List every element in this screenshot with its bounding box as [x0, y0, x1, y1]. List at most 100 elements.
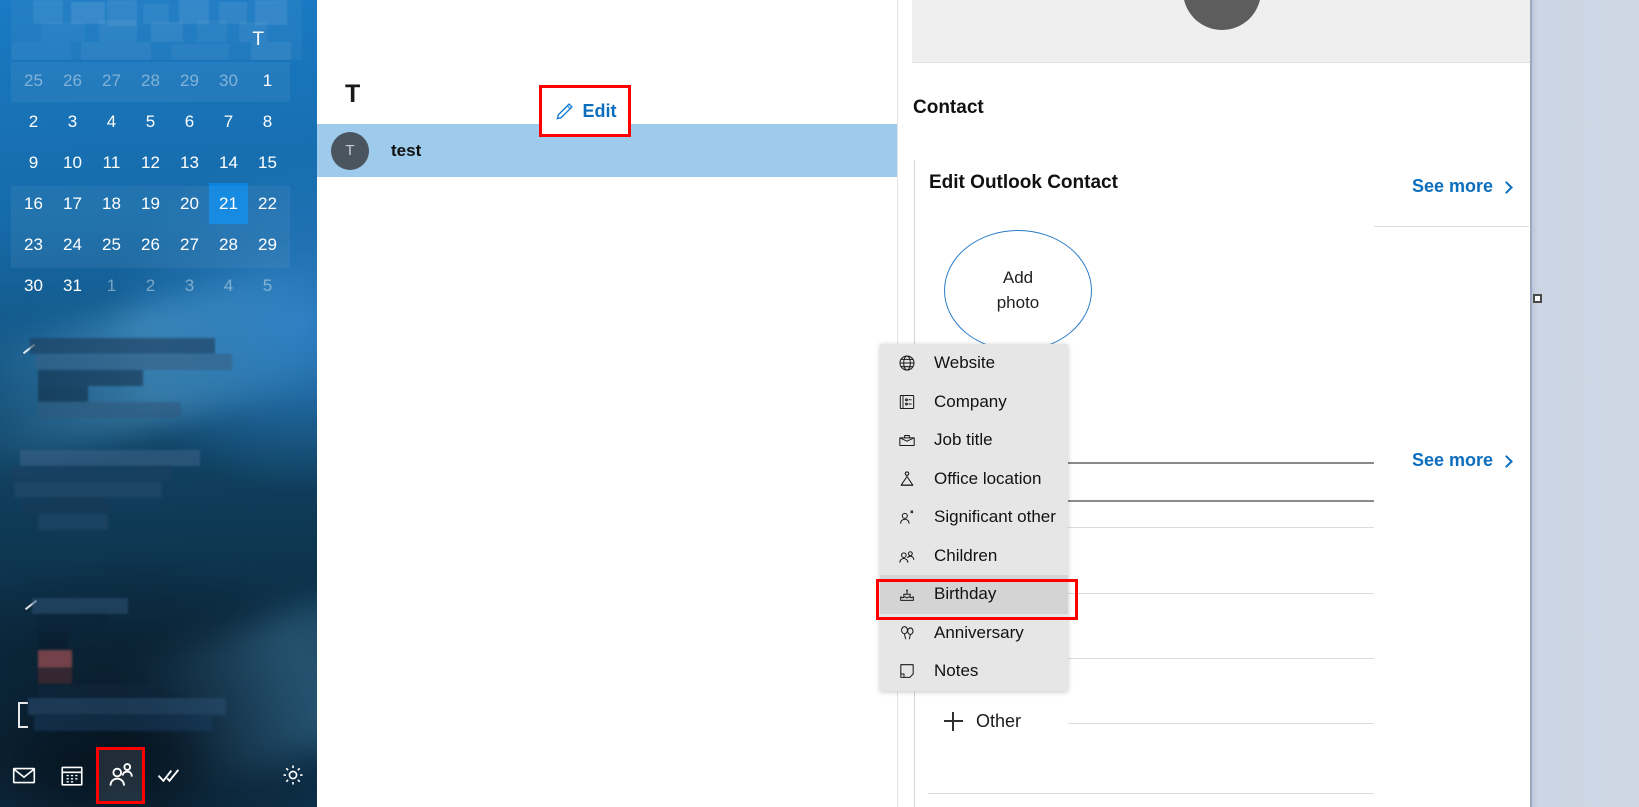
tasks-check-icon [157, 769, 179, 783]
calendar-day-cell[interactable]: 11 [92, 142, 131, 183]
calendar-day-cell[interactable]: 25 [92, 224, 131, 265]
calendar-day-cell[interactable]: 2 [131, 265, 170, 306]
contact-hero-avatar-initial: T [1214, 0, 1230, 7]
calendar-day-cell[interactable]: 29 [248, 224, 287, 265]
calendar-weekday-header-blurred: T [11, 0, 302, 60]
add-photo-button[interactable]: Add photo [944, 230, 1092, 351]
calendar-day-cell[interactable]: 16 [14, 183, 53, 224]
menu-item-significant-other[interactable]: Significant other [880, 498, 1068, 537]
field-divider [1068, 527, 1374, 528]
nav-mail-button[interactable] [0, 747, 48, 804]
menu-item-notes[interactable]: Notes [880, 652, 1068, 691]
contact-hero-avatar: T [1182, 0, 1261, 30]
field-divider [1068, 593, 1374, 594]
calendar-day-cell[interactable]: 6 [170, 101, 209, 142]
field-divider [1374, 226, 1529, 227]
calendar-day-cell[interactable]: 27 [170, 224, 209, 265]
avatar: T [331, 131, 369, 170]
menu-item-children[interactable]: Children [880, 537, 1068, 576]
edit-contact-button[interactable]: Edit [539, 85, 631, 137]
calendar-day-cell[interactable]: 4 [92, 101, 131, 142]
calendar-grid[interactable]: 25 26 27 28 29 30 1 2 3 4 5 6 7 8 9 10 11 12 13 14 15 16 17 18 1… [14, 60, 291, 306]
calendar-day-cell[interactable]: 12 [131, 142, 170, 183]
contact-hero-banner: T [912, 0, 1531, 62]
calendar-day-cell[interactable]: 14 [209, 142, 248, 183]
two-people-icon [897, 546, 917, 566]
see-more-link-1[interactable]: See more [1412, 176, 1513, 197]
calendar-day-cell[interactable]: 27 [92, 60, 131, 101]
calendar-day-cell[interactable]: 19 [131, 183, 170, 224]
nav-people-button[interactable] [96, 746, 145, 804]
note-icon [897, 661, 917, 681]
field-divider [1068, 658, 1374, 659]
window-right-edge [1530, 0, 1532, 807]
calendar-day-cell[interactable]: 2 [14, 101, 53, 142]
add-other-field-button[interactable]: Other [944, 711, 1021, 732]
calendar-day-cell[interactable]: 22 [248, 183, 287, 224]
menu-item-company[interactable]: Company [880, 383, 1068, 422]
office-pin-icon [897, 469, 917, 489]
menu-item-anniversary[interactable]: Anniversary [880, 614, 1068, 653]
calendar-day-cell[interactable]: 21 [209, 183, 248, 224]
month-calendar[interactable]: T 25 26 27 28 29 30 1 2 3 4 5 6 7 8 9 10 11 12 13 14 15 16 17 1… [0, 0, 305, 306]
nav-settings-button[interactable] [269, 747, 317, 804]
people-button-highlight [96, 746, 145, 804]
calendar-day-cell[interactable]: 5 [131, 101, 170, 142]
calendar-week-row: 25 26 27 28 29 30 1 [14, 60, 291, 101]
calendar-day-cell[interactable]: 28 [131, 60, 170, 101]
calendar-day-cell[interactable]: 5 [248, 265, 287, 306]
calendar-day-cell[interactable]: 1 [248, 60, 287, 101]
menu-item-job-title[interactable]: Job title [880, 421, 1068, 460]
calendar-day-cell[interactable]: 3 [53, 101, 92, 142]
see-more-link-2[interactable]: See more [1412, 450, 1513, 471]
birthday-cake-icon [897, 584, 917, 604]
form-title: Edit Outlook Contact [929, 172, 1118, 193]
nav-calendar-button[interactable] [48, 747, 96, 804]
page-title: Contact [913, 97, 984, 118]
menu-item-website[interactable]: Website [880, 344, 1068, 383]
calendar-day-cell[interactable]: 15 [248, 142, 287, 183]
window-resize-handle[interactable] [1533, 294, 1542, 303]
calendar-day-cell[interactable]: 30 [209, 60, 248, 101]
calendar-day-cell[interactable]: 18 [92, 183, 131, 224]
bottom-nav-bar [0, 743, 317, 807]
menu-item-office-location[interactable]: Office location [880, 460, 1068, 499]
calendar-day-cell[interactable]: 17 [53, 183, 92, 224]
calendar-day-cell[interactable]: 1 [92, 265, 131, 306]
field-divider [1068, 723, 1374, 724]
mail-icon [12, 767, 36, 784]
calendar-day-cell[interactable]: 26 [53, 60, 92, 101]
nav-tasks-button[interactable] [145, 747, 193, 804]
add-field-context-menu[interactable]: Website Company Job title Office location Si… [880, 344, 1068, 691]
calendar-day-cell[interactable]: 8 [248, 101, 287, 142]
calendar-day-cell[interactable]: 3 [170, 265, 209, 306]
add-photo-label-line2: photo [996, 292, 1040, 312]
field-divider [928, 793, 1374, 794]
calendar-day-cell[interactable]: 26 [131, 224, 170, 265]
menu-item-birthday[interactable]: Birthday [880, 575, 1068, 614]
calendar-day-cell[interactable]: 25 [14, 60, 53, 101]
calendar-week-row: 23 24 25 26 27 28 29 [14, 224, 291, 265]
calendar-day-cell[interactable]: 24 [53, 224, 92, 265]
calendar-day-cell[interactable]: 10 [53, 142, 92, 183]
calendar-flyout-panel: T 25 26 27 28 29 30 1 2 3 4 5 6 7 8 9 10 11 12 13 14 15 16 17 1… [0, 0, 317, 807]
calendar-day-cell[interactable]: 13 [170, 142, 209, 183]
gear-icon [283, 765, 303, 785]
calendar-day-cell[interactable]: 29 [170, 60, 209, 101]
menu-item-label: Company [934, 391, 1007, 411]
company-card-icon [897, 392, 917, 412]
calendar-day-cell[interactable]: 28 [209, 224, 248, 265]
calendar-day-cell[interactable]: 7 [209, 101, 248, 142]
menu-item-label: Job title [934, 430, 993, 450]
person-plus-icon [897, 507, 917, 527]
menu-item-label: Anniversary [934, 622, 1024, 642]
plus-icon [944, 712, 963, 731]
calendar-day-cell[interactable]: 9 [14, 142, 53, 183]
calendar-day-cell[interactable]: 20 [170, 183, 209, 224]
calendar-day-cell[interactable]: 4 [209, 265, 248, 306]
edit-button-label: Edit [582, 100, 617, 121]
calendar-day-cell[interactable]: 31 [53, 265, 92, 306]
calendar-day-cell[interactable]: 23 [14, 224, 53, 265]
calendar-day-cell[interactable]: 30 [14, 265, 53, 306]
menu-item-label: Children [934, 545, 998, 565]
